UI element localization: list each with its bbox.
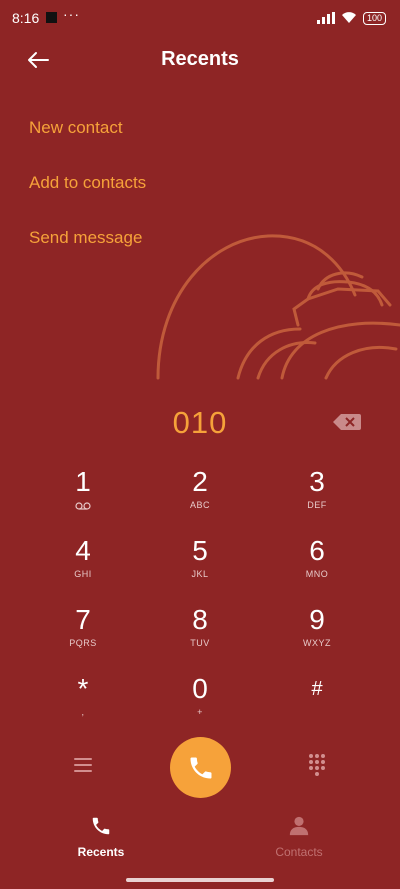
- person-icon: [289, 816, 309, 836]
- key-1[interactable]: 1: [28, 467, 138, 525]
- key-letters: +: [197, 707, 203, 717]
- key-digit: #: [311, 678, 323, 700]
- key-digit: *: [77, 673, 89, 704]
- tab-recents[interactable]: Recents: [41, 815, 161, 859]
- key-digit: 2: [192, 466, 208, 497]
- phone-icon: [190, 757, 211, 778]
- recording-icon: [46, 12, 57, 23]
- tab-label: Recents: [77, 845, 125, 859]
- key-letters: TUV: [190, 638, 210, 648]
- menu-icon[interactable]: [74, 757, 92, 773]
- status-icons: 100: [316, 10, 386, 26]
- wifi-icon: [341, 12, 356, 23]
- key-5[interactable]: 5 JKL: [145, 536, 255, 594]
- key-hash[interactable]: #: [262, 674, 372, 732]
- tab-contacts[interactable]: Contacts: [239, 815, 359, 859]
- key-letters: MNO: [305, 569, 329, 579]
- key-3[interactable]: 3 DEF: [262, 467, 372, 525]
- tab-label: Contacts: [275, 845, 323, 859]
- key-letters: GHI: [74, 569, 92, 579]
- key-9[interactable]: 9 WXYZ: [262, 605, 372, 663]
- phone-icon: [92, 817, 110, 835]
- key-digit: 1: [75, 466, 91, 497]
- key-letters: ,: [81, 707, 85, 717]
- header: Recents: [0, 40, 400, 80]
- add-to-contacts-link[interactable]: Add to contacts: [29, 173, 146, 193]
- key-letters: JKL: [191, 569, 209, 579]
- status-bar: 8:16 ··· 100: [0, 0, 400, 36]
- decorative-illustration: [156, 234, 400, 380]
- key-star[interactable]: * ,: [28, 674, 138, 732]
- dialpad-icon[interactable]: [309, 754, 325, 776]
- key-4[interactable]: 4 GHI: [28, 536, 138, 594]
- key-letters: WXYZ: [303, 638, 331, 648]
- backspace-icon[interactable]: [333, 413, 361, 431]
- key-digit: 0: [192, 673, 208, 704]
- key-digit: 7: [75, 604, 91, 635]
- key-digit: 5: [192, 535, 208, 566]
- new-contact-link[interactable]: New contact: [29, 118, 123, 138]
- key-letters: DEF: [307, 500, 327, 510]
- key-digit: 9: [309, 604, 325, 635]
- more-notifications-indicator: ···: [63, 6, 80, 22]
- key-digit: 6: [309, 535, 325, 566]
- key-6[interactable]: 6 MNO: [262, 536, 372, 594]
- key-0[interactable]: 0 +: [145, 674, 255, 732]
- key-letters: PQRS: [69, 638, 97, 648]
- home-indicator[interactable]: [126, 878, 274, 882]
- call-button[interactable]: [170, 737, 231, 798]
- page-title: Recents: [161, 48, 239, 70]
- send-message-link[interactable]: Send message: [29, 228, 142, 248]
- key-digit: 4: [75, 535, 91, 566]
- key-digit: 8: [192, 604, 208, 635]
- key-7[interactable]: 7 PQRS: [28, 605, 138, 663]
- key-8[interactable]: 8 TUV: [145, 605, 255, 663]
- key-digit: 3: [309, 466, 325, 497]
- status-time: 8:16: [12, 10, 40, 26]
- battery-icon: 100: [362, 11, 386, 25]
- key-letters: ABC: [189, 500, 210, 510]
- key-2[interactable]: 2 ABC: [145, 467, 255, 525]
- signal-icon: [316, 12, 335, 24]
- voicemail-icon: [75, 502, 91, 510]
